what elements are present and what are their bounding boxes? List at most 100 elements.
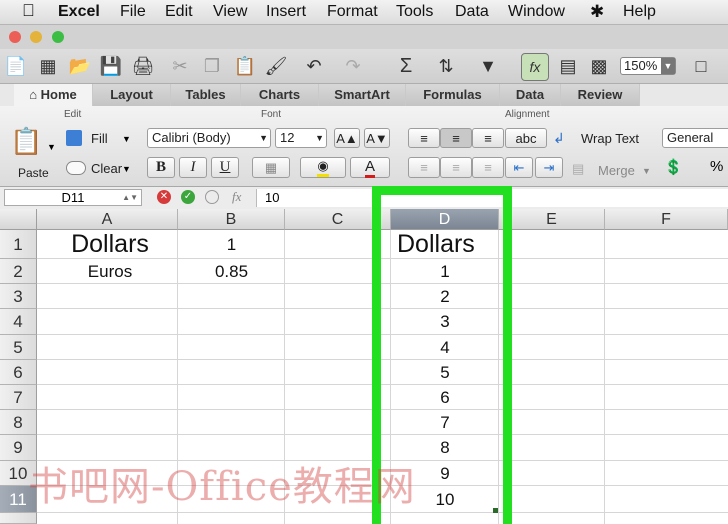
paste-button-label[interactable]: Paste xyxy=(18,166,49,180)
name-box[interactable]: D11 ▲▼ xyxy=(4,189,142,206)
redo-icon[interactable]: ↷ xyxy=(340,53,366,79)
column-header-f[interactable]: F xyxy=(605,209,728,230)
menu-edit[interactable]: Edit xyxy=(165,3,193,21)
tab-review[interactable]: Review xyxy=(561,84,640,106)
row-header-7[interactable]: 7 xyxy=(0,385,37,410)
align-top-button[interactable]: ≡ xyxy=(408,128,440,148)
align-bottom-button[interactable]: ≡ xyxy=(472,128,504,148)
format-painter-icon[interactable]: 🖌 xyxy=(263,53,289,79)
zoom-select[interactable]: 150% ▼ xyxy=(620,57,676,75)
eraser-icon[interactable] xyxy=(66,161,86,175)
row-header-1[interactable]: 1 xyxy=(0,230,37,259)
row-header-4[interactable]: 4 xyxy=(0,309,37,335)
tab-layout[interactable]: Layout xyxy=(93,84,171,106)
align-right-button[interactable]: ≡ xyxy=(472,157,504,178)
menu-data[interactable]: Data xyxy=(455,3,489,21)
new-document-icon[interactable]: 📄 xyxy=(3,53,29,79)
merge-icon[interactable]: ▤ xyxy=(572,161,584,177)
number-format-select[interactable]: General xyxy=(662,128,728,148)
fill-button-label[interactable]: Fill xyxy=(91,131,108,146)
script-icon[interactable]: ✱ xyxy=(590,2,604,22)
row-header-3[interactable]: 3 xyxy=(0,284,37,309)
clear-button-label[interactable]: Clear xyxy=(91,161,122,176)
paste-dropdown-icon[interactable]: ▼ xyxy=(47,142,56,152)
font-name-select[interactable]: Calibri (Body) ▼ xyxy=(147,128,271,148)
wrap-text-button-label[interactable]: Wrap Text xyxy=(581,131,639,146)
apple-icon[interactable]:  xyxy=(22,1,35,21)
select-all-corner[interactable] xyxy=(0,209,37,230)
menu-tools[interactable]: Tools xyxy=(396,3,433,21)
align-left-button[interactable]: ≡ xyxy=(408,157,440,178)
align-center-button[interactable]: ≡ xyxy=(440,157,472,178)
templates-icon[interactable]: ▦ xyxy=(35,53,61,79)
merge-button-label[interactable]: Merge xyxy=(598,163,635,178)
help-icon[interactable]: □ xyxy=(688,53,714,79)
undo-icon[interactable]: ↶ xyxy=(301,53,327,79)
tab-charts[interactable]: Charts xyxy=(241,84,319,106)
column-header-e[interactable]: E xyxy=(499,209,605,230)
font-color-button[interactable]: A xyxy=(350,157,390,178)
insert-function-circle-icon[interactable] xyxy=(205,190,219,204)
open-folder-icon[interactable]: 📂 xyxy=(67,53,93,79)
close-window-icon[interactable] xyxy=(9,31,21,43)
tab-tables[interactable]: Tables xyxy=(171,84,241,106)
fill-dropdown-icon[interactable]: ▼ xyxy=(122,134,131,144)
menu-format[interactable]: Format xyxy=(327,3,378,21)
clipboard-icon[interactable]: 📋 xyxy=(10,126,42,160)
tab-home[interactable]: ⌂ Home xyxy=(14,84,93,106)
formula-builder-icon[interactable]: fx xyxy=(521,53,549,81)
decrease-indent-button[interactable]: ⇤ xyxy=(505,157,533,178)
confirm-entry-icon[interactable]: ✓ xyxy=(181,190,195,204)
sort-icon[interactable]: ⇅ xyxy=(433,53,459,79)
currency-format-icon[interactable]: 💲 xyxy=(664,158,683,176)
fill-icon[interactable] xyxy=(66,130,82,146)
underline-button[interactable]: U xyxy=(211,157,239,178)
cancel-entry-icon[interactable]: ✕ xyxy=(157,190,171,204)
tab-formulas[interactable]: Formulas xyxy=(406,84,500,106)
row-header-2[interactable]: 2 xyxy=(0,259,37,284)
column-header-b[interactable]: B xyxy=(178,209,285,230)
minimize-window-icon[interactable] xyxy=(30,31,42,43)
align-middle-button[interactable]: ≡ xyxy=(440,128,472,148)
decrease-font-size-button[interactable]: A▼ xyxy=(364,128,390,148)
gallery-icon[interactable]: ▩ xyxy=(586,53,612,79)
column-header-a[interactable]: A xyxy=(37,209,178,230)
bold-button[interactable]: B xyxy=(147,157,175,178)
menu-app-name[interactable]: Excel xyxy=(58,3,100,21)
row-header-12[interactable] xyxy=(0,513,37,524)
copy-icon[interactable]: ❐ xyxy=(199,53,225,79)
fill-color-button[interactable]: ◉ xyxy=(300,157,346,178)
menu-view[interactable]: View xyxy=(213,3,247,21)
tab-smartart[interactable]: SmartArt xyxy=(319,84,406,106)
increase-indent-button[interactable]: ⇥ xyxy=(535,157,563,178)
cut-icon[interactable]: ✂ xyxy=(167,53,193,79)
row-header-8[interactable]: 8 xyxy=(0,410,37,435)
menu-help[interactable]: Help xyxy=(623,3,656,21)
cell-b1[interactable]: 1 xyxy=(178,230,285,259)
print-icon[interactable]: 🖨 xyxy=(130,53,156,79)
paste-icon[interactable]: 📋 xyxy=(232,53,258,79)
cell-b2[interactable]: 0.85 xyxy=(178,259,285,284)
menu-insert[interactable]: Insert xyxy=(266,3,306,21)
wrap-text-icon[interactable]: ↲ xyxy=(553,130,565,147)
cell-a2[interactable]: Euros xyxy=(37,259,183,284)
merge-dropdown-icon[interactable]: ▼ xyxy=(642,166,651,176)
increase-font-size-button[interactable]: A▲ xyxy=(334,128,360,148)
menu-file[interactable]: File xyxy=(120,3,146,21)
percent-format-icon[interactable]: % xyxy=(710,158,723,175)
zoom-window-icon[interactable] xyxy=(52,31,64,43)
borders-button[interactable]: ▦ xyxy=(252,157,290,178)
tab-data[interactable]: Data xyxy=(500,84,561,106)
save-icon[interactable]: 💾 xyxy=(98,53,124,79)
italic-button[interactable]: I xyxy=(179,157,207,178)
toolbox-icon[interactable]: ▤ xyxy=(555,53,581,79)
autosum-icon[interactable]: Σ xyxy=(393,53,419,79)
cell-a1[interactable]: Dollars xyxy=(37,230,183,258)
font-size-select[interactable]: 12 ▼ xyxy=(275,128,327,148)
row-header-6[interactable]: 6 xyxy=(0,360,37,385)
menu-window[interactable]: Window xyxy=(508,3,565,21)
clear-dropdown-icon[interactable]: ▼ xyxy=(122,164,131,174)
filter-icon[interactable]: ▼ xyxy=(475,53,501,79)
orientation-button[interactable]: abc xyxy=(505,128,547,148)
row-header-5[interactable]: 5 xyxy=(0,335,37,360)
